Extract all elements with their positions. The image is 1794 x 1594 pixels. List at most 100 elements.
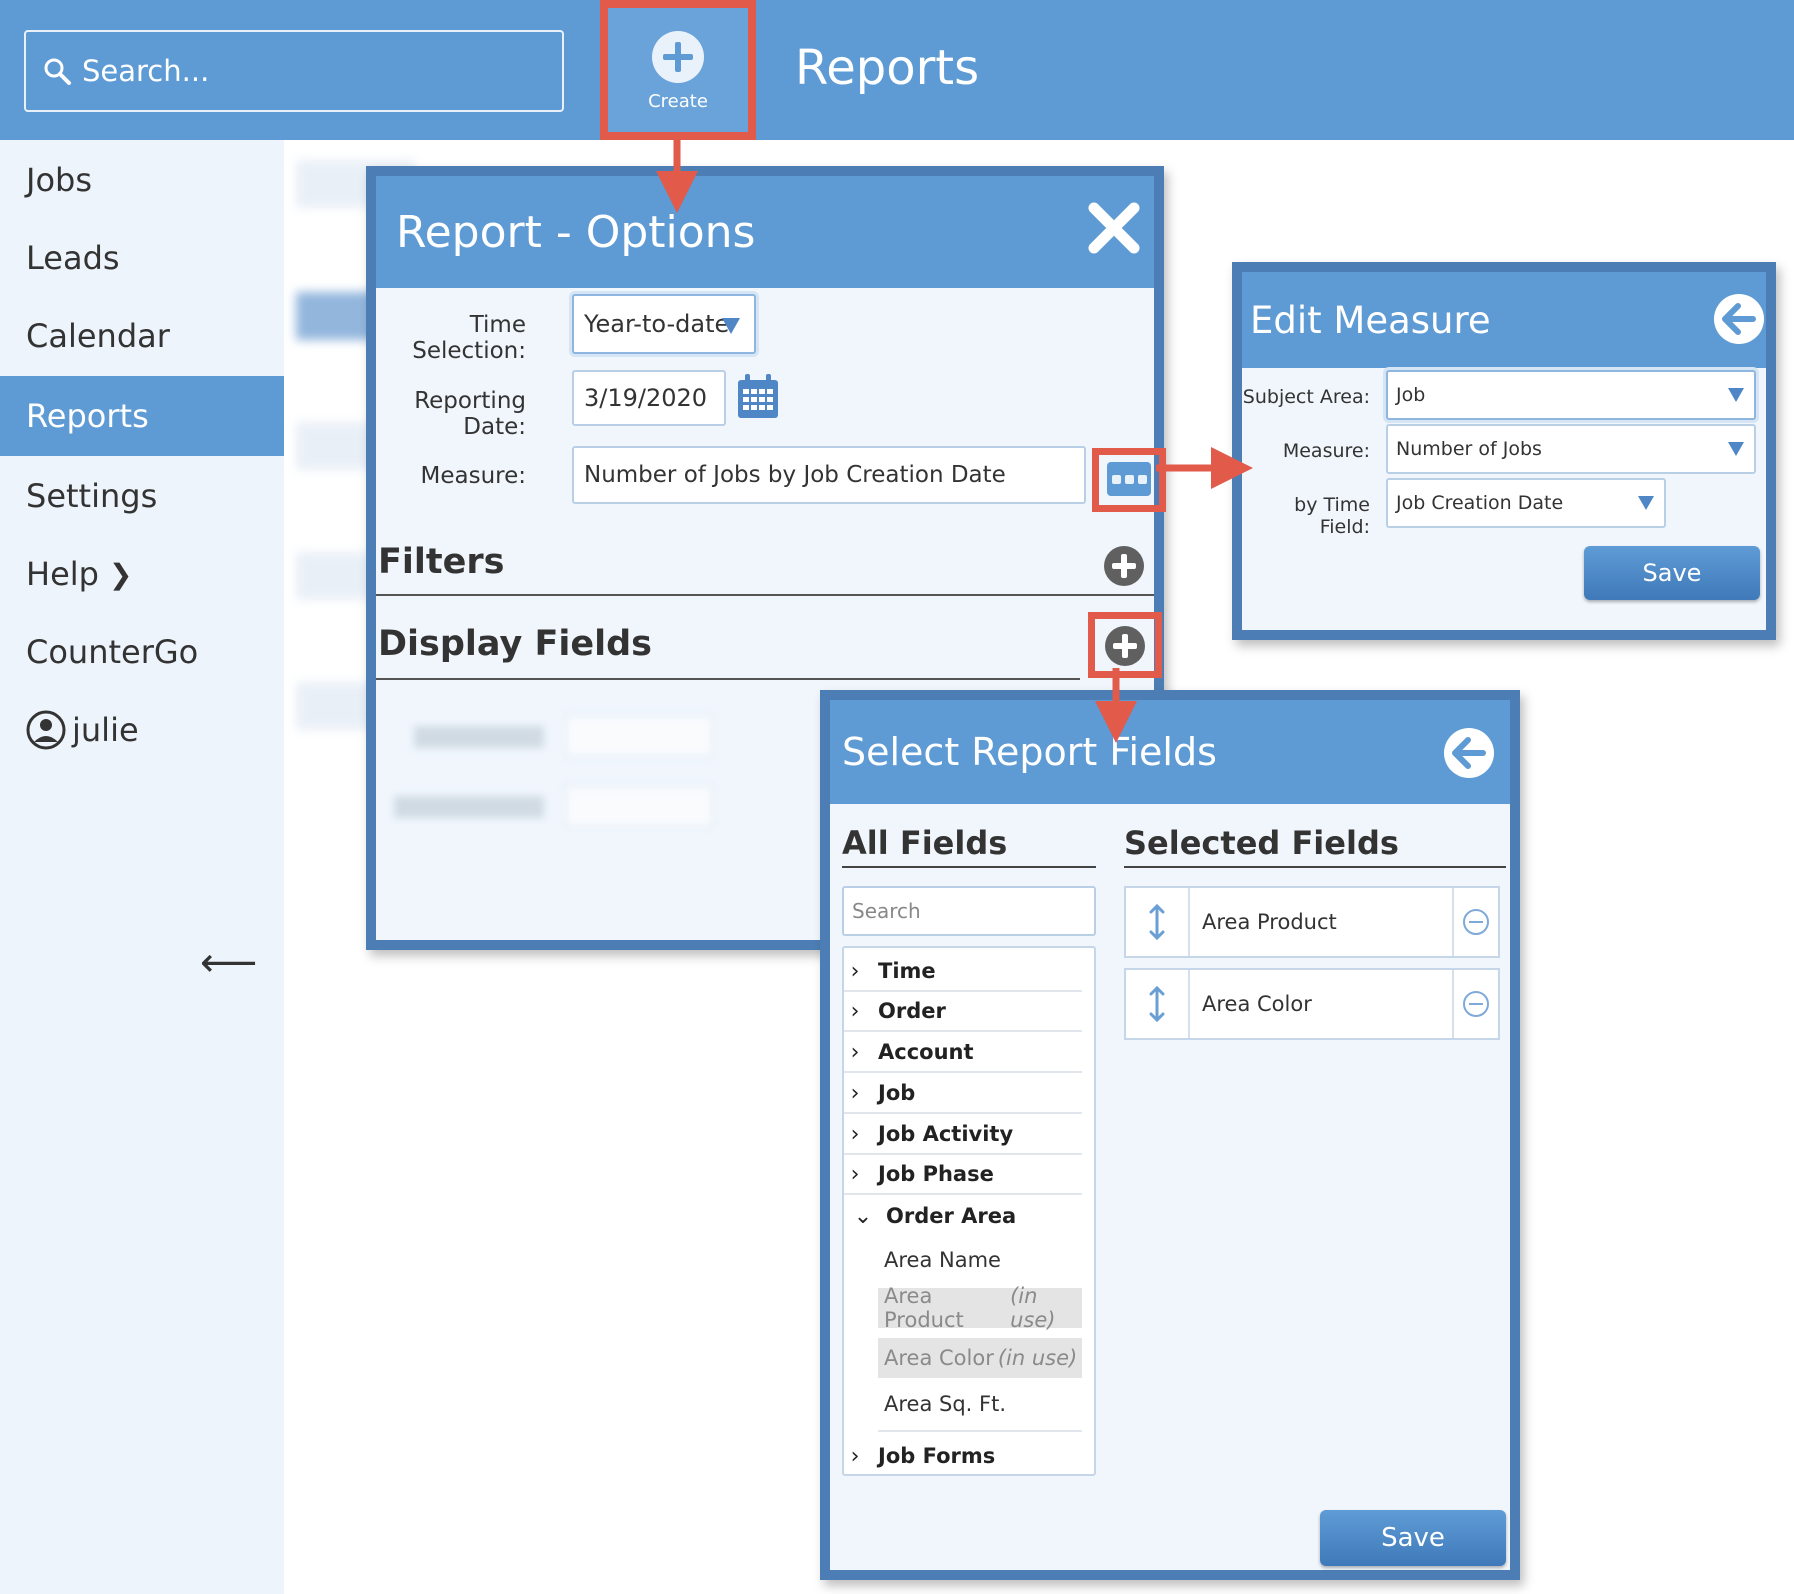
tree-category-time[interactable]: › Time [844, 952, 1082, 992]
category-label: Time [878, 959, 936, 983]
reporting-date-label: Reporting Date: [414, 388, 526, 440]
save-label: Save [1381, 1523, 1445, 1553]
search-input[interactable]: Search... [24, 30, 564, 112]
add-filter-icon[interactable] [1102, 544, 1146, 588]
time-selection-value: Year-to-date [584, 310, 730, 338]
time-field-label: by Time Field: [1294, 494, 1370, 538]
remove-field-icon[interactable] [1452, 970, 1498, 1038]
subject-area-dropdown[interactable]: Job [1386, 370, 1756, 420]
plus-circle-icon [652, 30, 704, 83]
tree-category-job-forms[interactable]: › Job Forms [844, 1436, 1082, 1476]
display-fields-title: Display Fields [378, 624, 653, 664]
selected-field-label: Area Product [1202, 910, 1337, 934]
search-icon [44, 58, 71, 85]
sidebar-item-user[interactable]: julie [0, 690, 284, 770]
chevron-right-icon: › [850, 1443, 860, 1469]
blurred-label [414, 726, 544, 748]
drag-handle-icon[interactable] [1126, 888, 1190, 956]
dropdown-arrow-icon [1728, 388, 1744, 402]
selected-field-row[interactable]: Area Product [1124, 886, 1500, 958]
chevron-right-icon: › [850, 1039, 860, 1065]
tree-category-order[interactable]: › Order [844, 992, 1082, 1032]
tree-category-order-area[interactable]: ⌄ Order Area [844, 1196, 1082, 1236]
back-arrow-icon[interactable] [1712, 292, 1766, 346]
dropdown-arrow-icon [1638, 496, 1654, 510]
tree-category-job-activity[interactable]: › Job Activity [844, 1115, 1082, 1155]
divider [1124, 866, 1506, 868]
blurred-display-options [394, 696, 774, 876]
field-label: Area Name [884, 1248, 1001, 1272]
chevron-right-icon: › [850, 958, 860, 984]
tree-leaf-area-sq-ft[interactable]: Area Sq. Ft. [884, 1384, 1006, 1424]
subject-area-value: Job [1396, 384, 1426, 406]
selected-fields-title: Selected Fields [1124, 824, 1399, 862]
calendar-icon[interactable] [736, 372, 780, 420]
measure-input[interactable]: Number of Jobs by Job Creation Date [572, 446, 1086, 504]
chevron-right-icon: ❯ [108, 557, 133, 591]
select-report-fields-dialog: Select Report Fields All Fields Selected… [820, 690, 1520, 1580]
save-button[interactable]: Save [1584, 546, 1760, 600]
dropdown-arrow-icon [1728, 442, 1744, 456]
blurred-input [564, 714, 714, 758]
remove-field-icon[interactable] [1452, 888, 1498, 956]
all-fields-title: All Fields [842, 824, 1008, 862]
create-button[interactable]: Create [600, 0, 756, 140]
time-field-value: Job Creation Date [1396, 492, 1564, 514]
tree-leaf-area-name[interactable]: Area Name [884, 1240, 1001, 1280]
sidebar-item-jobs[interactable]: Jobs [0, 140, 284, 220]
sidebar-item-label: Jobs [26, 161, 92, 199]
blurred-label [394, 796, 544, 818]
search-placeholder: Search [852, 899, 921, 923]
drag-handle-icon[interactable] [1126, 970, 1190, 1038]
top-bar: Search... Create Reports [0, 0, 1794, 140]
sidebar-item-label: CounterGo [26, 633, 199, 671]
edit-measure-dialog: Edit Measure Subject Area: Job Measure: … [1232, 262, 1776, 640]
create-label: Create [648, 90, 708, 112]
sidebar-item-leads[interactable]: Leads [0, 218, 284, 298]
save-button[interactable]: Save [1320, 1510, 1506, 1566]
in-use-note: (in use) [1010, 1284, 1056, 1332]
subject-area-label: Subject Area: [1242, 386, 1370, 408]
dot-icon [1137, 474, 1147, 484]
chevron-down-icon: ⌄ [853, 1203, 873, 1229]
dialog-title: Edit Measure [1250, 298, 1491, 342]
tree-category-job-phase[interactable]: › Job Phase [844, 1155, 1082, 1195]
chevron-right-icon: › [850, 1121, 860, 1147]
tree-category-account[interactable]: › Account [844, 1033, 1082, 1073]
selected-field-label: Area Color [1202, 992, 1312, 1016]
dot-icon [1111, 474, 1121, 484]
in-use-note: (in use) [997, 1346, 1078, 1370]
category-label: Order Area [886, 1204, 1017, 1228]
measure-label: Measure: [420, 463, 527, 489]
sidebar-item-reports[interactable]: Reports [0, 376, 284, 456]
save-label: Save [1642, 559, 1702, 587]
tree-leaf-area-product: Area Product (in use) [878, 1284, 1082, 1332]
time-selection-dropdown[interactable]: Year-to-date [572, 294, 756, 354]
time-field-dropdown[interactable]: Job Creation Date [1386, 478, 1666, 528]
tree-leaf-area-color: Area Color (in use) [878, 1338, 1082, 1378]
sidebar-item-label: Settings [26, 477, 158, 515]
add-display-field-icon[interactable] [1103, 624, 1147, 668]
sidebar-item-label: Calendar [26, 317, 170, 355]
divider [842, 866, 1096, 868]
sidebar-item-calendar[interactable]: Calendar [0, 296, 284, 376]
measure-dropdown[interactable]: Number of Jobs [1386, 424, 1756, 474]
dot-icon [1124, 474, 1134, 484]
divider [376, 678, 1080, 680]
back-arrow-icon[interactable] [1442, 726, 1496, 780]
collapse-sidebar-arrow-icon[interactable]: ⟵ [200, 940, 257, 986]
sidebar-item-label: julie [72, 711, 139, 749]
blurred-input [564, 784, 714, 828]
selected-field-row[interactable]: Area Color [1124, 968, 1500, 1040]
sidebar-item-countergo[interactable]: CounterGo [0, 612, 284, 692]
sidebar-item-settings[interactable]: Settings [0, 456, 284, 536]
field-search-input[interactable]: Search [842, 886, 1096, 936]
close-icon[interactable] [1084, 198, 1144, 258]
reporting-date-input[interactable]: 3/19/2020 [572, 370, 726, 426]
dialog-title: Report - Options [396, 206, 756, 258]
sidebar-item-help[interactable]: Help ❯ [0, 534, 284, 614]
measure-value: Number of Jobs [1396, 438, 1542, 460]
edit-measure-button[interactable] [1107, 462, 1151, 496]
tree-category-job[interactable]: › Job [844, 1074, 1082, 1114]
category-label: Account [878, 1040, 974, 1064]
